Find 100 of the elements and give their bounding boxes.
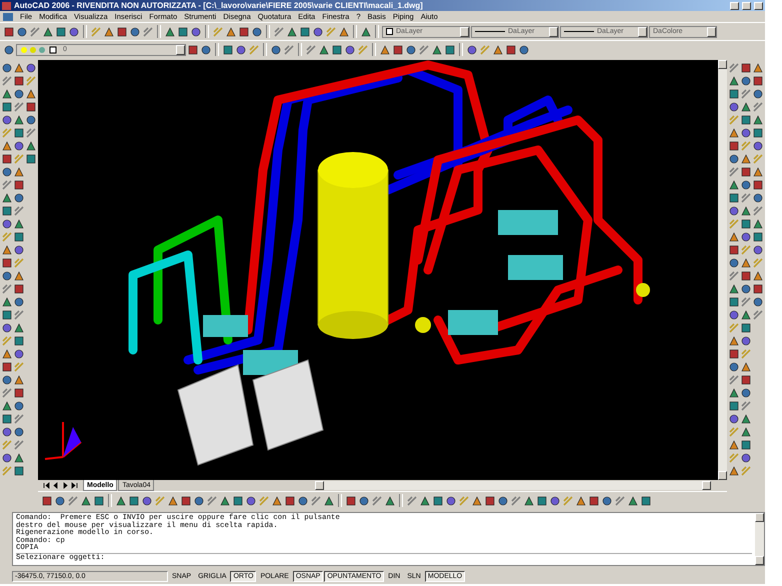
toolbar-icon[interactable]	[360, 26, 372, 38]
toolbar-icon[interactable]	[13, 335, 25, 347]
toolbar-icon[interactable]	[740, 257, 752, 269]
toolbar-icon[interactable]	[13, 88, 25, 100]
toolbar-icon[interactable]	[312, 26, 324, 38]
toolbar-icon[interactable]	[740, 439, 752, 451]
toolbar-icon[interactable]	[640, 494, 652, 506]
toolbar-icon[interactable]	[13, 244, 25, 256]
toolbar-icon[interactable]	[1, 218, 13, 230]
toolbar-icon[interactable]	[338, 26, 350, 38]
command-scrollbar[interactable]	[755, 513, 764, 565]
toolbar-icon[interactable]	[13, 348, 25, 360]
toolbar-icon[interactable]	[235, 44, 247, 56]
toolbar-icon[interactable]	[728, 400, 740, 412]
toolbar-icon[interactable]	[752, 166, 764, 178]
toolbar-icon[interactable]	[466, 44, 478, 56]
toolbar-icon[interactable]	[431, 44, 443, 56]
toolbar-icon[interactable]	[549, 494, 561, 506]
toolbar-icon[interactable]	[740, 309, 752, 321]
toolbar-icon[interactable]	[13, 75, 25, 87]
toolbar-icon[interactable]	[752, 218, 764, 230]
toolbar-icon[interactable]	[392, 44, 404, 56]
toolbar-icon[interactable]	[200, 44, 212, 56]
toolbar-icon[interactable]	[740, 361, 752, 373]
toolbar-icon[interactable]	[752, 88, 764, 100]
toolbar-icon[interactable]	[728, 179, 740, 191]
toolbar-icon[interactable]	[245, 494, 257, 506]
toolbar-icon[interactable]	[251, 26, 263, 38]
toolbar-icon[interactable]	[3, 26, 15, 38]
toolbar-icon[interactable]	[13, 140, 25, 152]
toolbar-icon[interactable]	[16, 26, 28, 38]
maximize-button[interactable]	[742, 2, 751, 10]
toolbar-icon[interactable]	[1, 413, 13, 425]
toolbar-icon[interactable]	[444, 44, 456, 56]
toolbar-icon[interactable]	[728, 361, 740, 373]
toolbar-icon[interactable]	[752, 62, 764, 74]
toolbar-icon[interactable]	[728, 101, 740, 113]
toolbar-icon[interactable]	[740, 101, 752, 113]
toolbar-icon[interactable]	[25, 114, 37, 126]
toolbar-icon[interactable]	[177, 26, 189, 38]
toolbar-icon[interactable]	[728, 439, 740, 451]
toolbar-icon[interactable]	[740, 218, 752, 230]
toolbar-icon[interactable]	[728, 309, 740, 321]
toolbar-icon[interactable]	[25, 153, 37, 165]
toolbar-icon[interactable]	[13, 231, 25, 243]
toolbar-icon[interactable]	[13, 452, 25, 464]
toolbar-icon[interactable]	[13, 296, 25, 308]
toolbar-icon[interactable]	[68, 26, 80, 38]
toolbar-icon[interactable]	[752, 231, 764, 243]
toolbar-icon[interactable]	[345, 494, 357, 506]
toolbar-icon[interactable]	[740, 231, 752, 243]
toolbar-icon[interactable]	[13, 114, 25, 126]
toolbar-icon[interactable]	[55, 26, 67, 38]
toolbar-icon[interactable]	[728, 465, 740, 477]
toolbar-icon[interactable]	[1, 101, 13, 113]
toolbar-icon[interactable]	[575, 494, 587, 506]
toolbar-icon[interactable]	[222, 44, 234, 56]
close-button[interactable]	[754, 2, 763, 10]
toolbar-icon[interactable]	[740, 205, 752, 217]
toolbar-icon[interactable]	[13, 426, 25, 438]
toolbar-icon[interactable]	[41, 494, 53, 506]
toolbar-icon[interactable]	[740, 127, 752, 139]
toolbar-icon[interactable]	[497, 494, 509, 506]
toolbar-icon[interactable]	[297, 494, 309, 506]
toolbar-icon[interactable]	[419, 494, 431, 506]
toolbar-icon[interactable]	[1, 88, 13, 100]
toolbar-icon[interactable]	[358, 494, 370, 506]
toolbar-icon[interactable]	[93, 494, 105, 506]
toolbar-icon[interactable]	[1, 192, 13, 204]
toolbar-icon[interactable]	[728, 88, 740, 100]
toolbar-icon[interactable]	[190, 26, 202, 38]
toolbar-icon[interactable]	[523, 494, 535, 506]
toolbar-icon[interactable]	[13, 179, 25, 191]
toolbar-icon[interactable]	[740, 426, 752, 438]
toolbar-icon[interactable]	[167, 494, 179, 506]
toolbar-icon[interactable]	[740, 114, 752, 126]
toolbar-icon[interactable]	[1, 322, 13, 334]
toolbar-icon[interactable]	[25, 101, 37, 113]
toolbar-icon[interactable]	[25, 88, 37, 100]
toolbar-icon[interactable]	[740, 166, 752, 178]
toolbar-icon[interactable]	[13, 218, 25, 230]
toolbar-icon[interactable]	[238, 26, 250, 38]
toolbar-icon[interactable]	[728, 244, 740, 256]
toolbar-icon[interactable]	[728, 192, 740, 204]
toolbar-icon[interactable]	[728, 257, 740, 269]
toolbar-icon[interactable]	[740, 153, 752, 165]
toolbar-icon[interactable]	[1, 62, 13, 74]
toolbar-icon[interactable]	[536, 494, 548, 506]
toolbar-icon[interactable]	[25, 62, 37, 74]
toolbar-icon[interactable]	[42, 26, 54, 38]
toolbar-icon[interactable]	[232, 494, 244, 506]
toolbar-icon[interactable]	[13, 166, 25, 178]
toolbar-icon[interactable]	[1, 205, 13, 217]
toolbar-icon[interactable]	[164, 26, 176, 38]
toolbar-icon[interactable]	[752, 179, 764, 191]
toolbar-icon[interactable]	[1, 452, 13, 464]
toolbar-icon[interactable]	[588, 494, 600, 506]
toolbar-icon[interactable]	[1, 153, 13, 165]
toolbar-icon[interactable]	[80, 494, 92, 506]
toolbar-icon[interactable]	[284, 494, 296, 506]
